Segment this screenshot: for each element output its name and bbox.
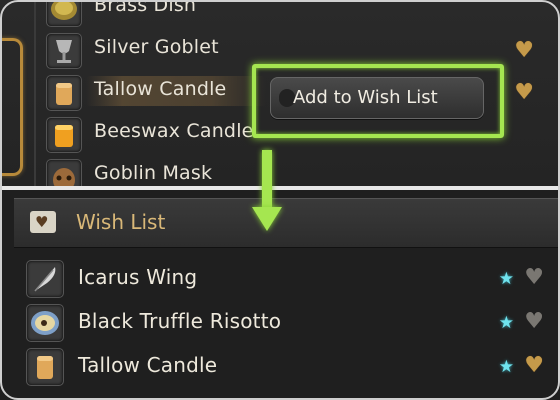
- down-arrow-shaft: [262, 150, 272, 210]
- goblet-icon: [46, 33, 82, 69]
- wish-list-icon: ♥: [30, 211, 56, 233]
- feather-icon: [26, 260, 64, 298]
- favorite-heart-icon[interactable]: ♥: [524, 267, 544, 289]
- item-label: Tallow Candle: [78, 353, 218, 377]
- favorite-heart-icon[interactable]: ♥: [514, 40, 534, 62]
- category-tab-bracket[interactable]: [0, 38, 23, 176]
- item-label: Black Truffle Risotto: [78, 309, 282, 333]
- favorite-heart-icon[interactable]: ♥: [524, 355, 544, 377]
- favorite-heart-icon[interactable]: ♥: [514, 82, 534, 104]
- beeswax-candle-icon: [46, 117, 82, 153]
- add-to-wish-list-button[interactable]: Add to Wish List: [270, 77, 484, 119]
- star-icon[interactable]: ★: [499, 357, 514, 377]
- item-list-panel: Brass Dish Silver Goblet ♥ Tallow Candle…: [0, 0, 560, 195]
- wish-list-item[interactable]: Tallow Candle ★ ♥: [20, 344, 550, 388]
- wish-list-title: Wish List: [76, 210, 166, 234]
- wish-list-item[interactable]: Black Truffle Risotto ★ ♥: [20, 300, 550, 344]
- risotto-icon: [26, 304, 64, 342]
- item-label: Icarus Wing: [78, 265, 198, 289]
- candle-icon: [26, 348, 64, 386]
- item-label: Tallow Candle: [94, 78, 227, 100]
- wish-list-header: ♥ Wish List: [14, 198, 560, 248]
- brass-dish-icon: [46, 0, 82, 27]
- favorite-heart-icon[interactable]: ♥: [524, 311, 544, 333]
- down-arrow-icon: [252, 207, 282, 231]
- wish-list-item[interactable]: Icarus Wing ★ ♥: [20, 256, 550, 300]
- item-label: Brass Dish: [94, 0, 197, 16]
- candle-icon: [46, 75, 82, 111]
- star-icon[interactable]: ★: [499, 313, 514, 333]
- list-item[interactable]: Brass Dish: [44, 0, 544, 28]
- item-label: Beeswax Candle: [94, 120, 254, 142]
- panel-divider-line: [34, 0, 36, 186]
- item-label: Goblin Mask: [94, 162, 213, 184]
- add-to-wish-list-label: Add to Wish List: [293, 87, 438, 108]
- item-label: Silver Goblet: [94, 36, 219, 58]
- star-icon[interactable]: ★: [499, 269, 514, 289]
